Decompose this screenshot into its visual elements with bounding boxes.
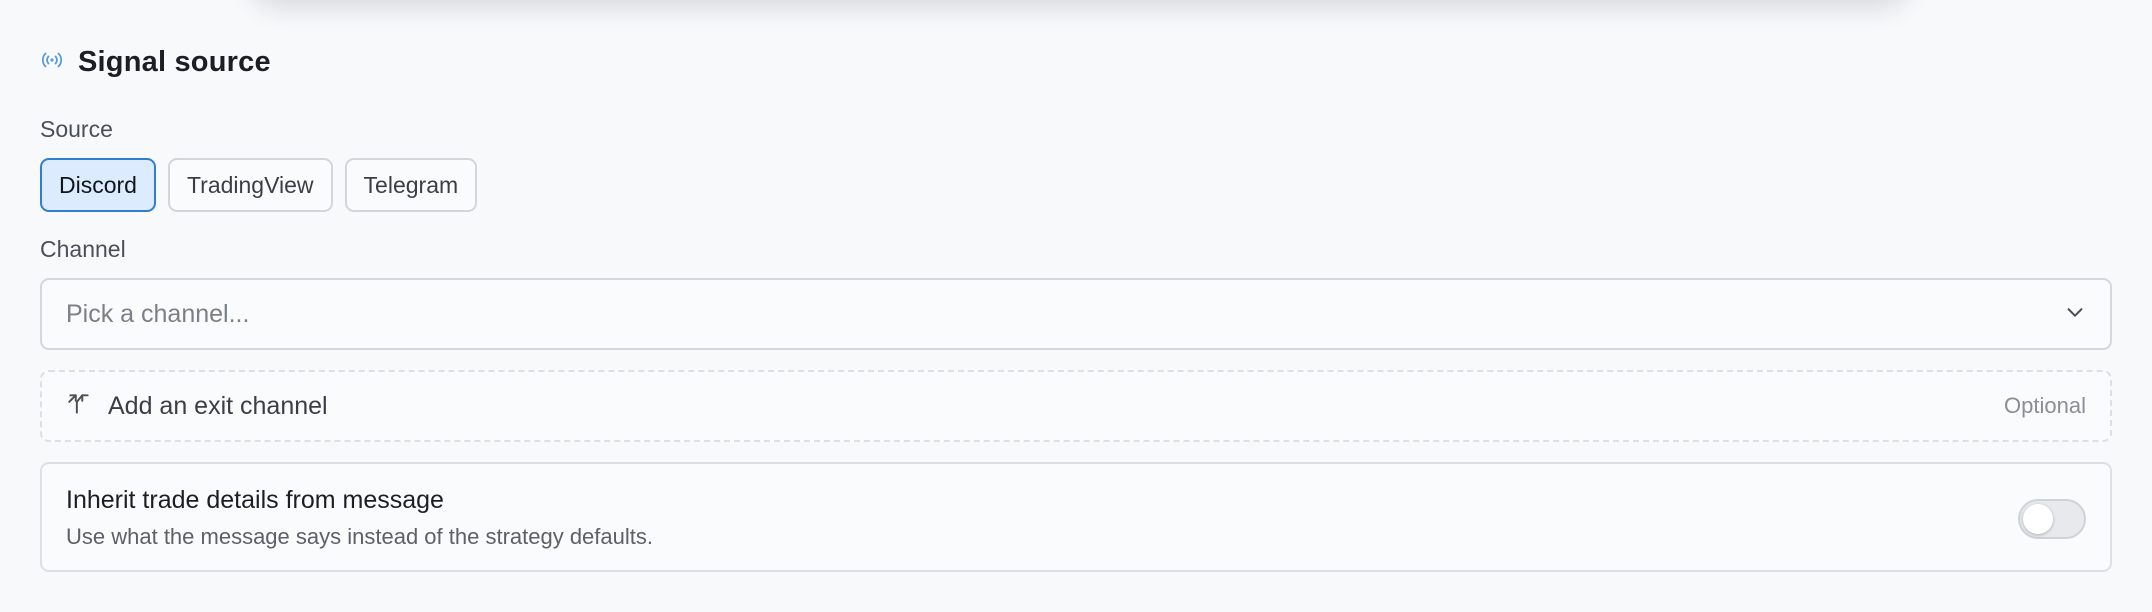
inherit-title: Inherit trade details from message [66, 486, 444, 514]
exit-channel-label: Add an exit channel [108, 391, 328, 420]
channel-select-placeholder: Pick a channel... [66, 299, 250, 328]
channel-label: Channel [40, 236, 126, 262]
source-option-discord[interactable]: Discord [40, 158, 156, 212]
broadcast-icon [40, 48, 64, 77]
split-arrow-icon [66, 391, 108, 422]
source-options: Discord TradingView Telegram [40, 158, 478, 212]
source-option-tradingview[interactable]: TradingView [167, 158, 333, 212]
inherit-toggle[interactable] [2018, 499, 2086, 539]
inherit-trade-details-card: Inherit trade details from message Use w… [40, 462, 2112, 572]
add-exit-channel-button[interactable]: Add an exit channel Optional [40, 370, 2112, 442]
optional-badge: Optional [2004, 393, 2086, 418]
inherit-description: Use what the message says instead of the… [66, 524, 653, 549]
toggle-knob [2023, 504, 2053, 534]
section-header: Signal source [40, 44, 271, 80]
chevron-down-icon [2064, 301, 2086, 328]
source-label: Source [40, 116, 113, 142]
source-option-telegram[interactable]: Telegram [344, 158, 478, 212]
channel-select[interactable]: Pick a channel... [40, 278, 2112, 350]
section-title: Signal source [78, 45, 271, 78]
